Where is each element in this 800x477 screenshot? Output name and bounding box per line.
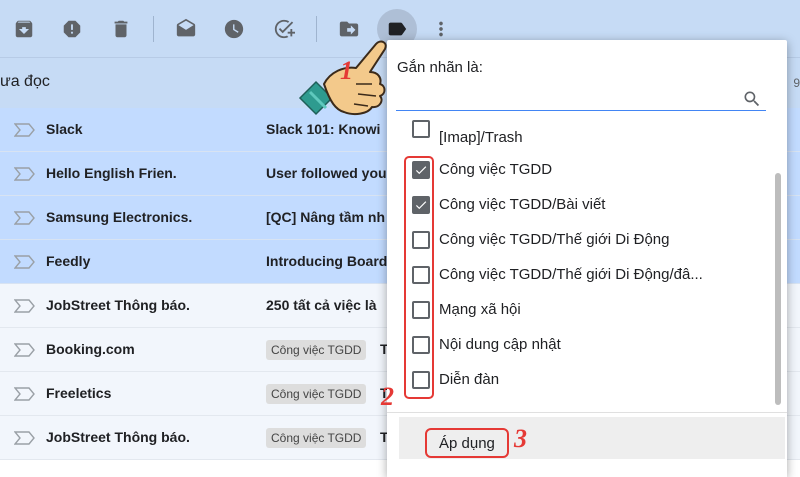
folder-title: ưa đọc [0,73,50,90]
checkbox-highlight-box [404,156,434,399]
label-checkbox[interactable] [412,120,430,138]
label-option[interactable]: Mạng xã hội [387,292,773,327]
label-option[interactable]: [Imap]/Trash [387,120,773,155]
mail-sender: Feedly [46,253,91,269]
label-option[interactable]: Diễn đàn [387,362,773,397]
label-menu-footer: Áp dụng [387,412,787,477]
label-chip: Công việc TGDD [266,428,367,448]
importance-marker-icon[interactable] [14,431,36,445]
mail-sender: Booking.com [46,341,135,357]
label-option[interactable]: Công việc TGDD [387,152,773,187]
snooze-icon [224,19,244,39]
toolbar-divider [153,16,154,42]
mail-subject: Introducing Board [266,253,388,269]
label-list: [Imap]/Trash Công việc TGDD Công việc TG… [387,120,773,405]
mail-sender: Freeletics [46,385,112,401]
label-option-text: Công việc TGDD/Thế giới Di Động/đâ... [439,266,703,283]
archive-button[interactable] [4,9,44,49]
step-3-marker: 3 [514,424,527,453]
label-menu-title: Gắn nhãn là: [397,59,483,76]
label-option-text: Công việc TGDD/Bài viết [439,196,606,213]
label-option[interactable]: Công việc TGDD/Thế giới Di Động [387,222,773,257]
step-1-marker: 1 [340,56,353,85]
delete-icon [114,20,128,38]
label-option-text: Công việc TGDD/Thế giới Di Động [439,231,670,248]
importance-marker-icon[interactable] [14,343,36,357]
add-task-icon [274,19,295,39]
label-option[interactable]: Nội dung cập nhật [387,327,773,362]
mail-sender: JobStreet Thông báo. [46,297,190,313]
label-option-text: Mạng xã hội [439,301,521,318]
snooze-button[interactable] [214,9,254,49]
label-chip: Công việc TGDD [266,340,367,360]
label-search-field[interactable] [396,87,766,111]
importance-marker-icon[interactable] [14,255,36,269]
label-option-text: Nội dung cập nhật [439,336,561,353]
more-vert-icon [439,21,443,37]
importance-marker-icon[interactable] [14,387,36,401]
label-option-text: Diễn đàn [439,371,500,388]
importance-marker-icon[interactable] [14,211,36,225]
label-search-input[interactable] [396,87,736,109]
apply-row: Áp dụng [399,417,785,459]
archive-icon [15,20,33,38]
mail-sender: Samsung Electronics. [46,209,193,225]
label-dropdown: Gắn nhãn là: [Imap]/Trash Công việc TGDD… [387,40,787,477]
step-2-marker: 2 [381,382,394,411]
label-list-scrollbar[interactable] [775,173,781,405]
search-icon [744,91,760,107]
mail-sender: JobStreet Thông báo. [46,429,190,445]
mail-subject: Slack 101: Knowi [266,121,381,137]
label-option[interactable]: Công việc TGDD/Bài viết [387,187,773,222]
mail-sender: Hello English Frien. [46,165,177,181]
label-chip: Công việc TGDD [266,384,367,404]
mark-read-icon [176,18,196,37]
label-option-text: [Imap]/Trash [439,129,523,146]
label-option[interactable]: Công việc TGDD/Thế giới Di Động/đâ... [387,257,773,292]
report-spam-button[interactable] [52,9,92,49]
report-spam-icon [63,20,81,38]
mail-sender: Slack [46,121,83,137]
mark-read-button[interactable] [166,9,206,49]
importance-marker-icon[interactable] [14,167,36,181]
label-option-text: Công việc TGDD [439,161,553,178]
importance-marker-icon[interactable] [14,123,36,137]
mail-subject: 250 tất cả việc là [266,297,377,313]
mail-subject: [QC] Nâng tầm nh [266,209,385,225]
mail-subject: User followed you [266,165,387,181]
importance-marker-icon[interactable] [14,299,36,313]
apply-button[interactable]: Áp dụng [425,428,509,458]
page-count: 9 [793,76,800,90]
delete-button[interactable] [101,9,141,49]
